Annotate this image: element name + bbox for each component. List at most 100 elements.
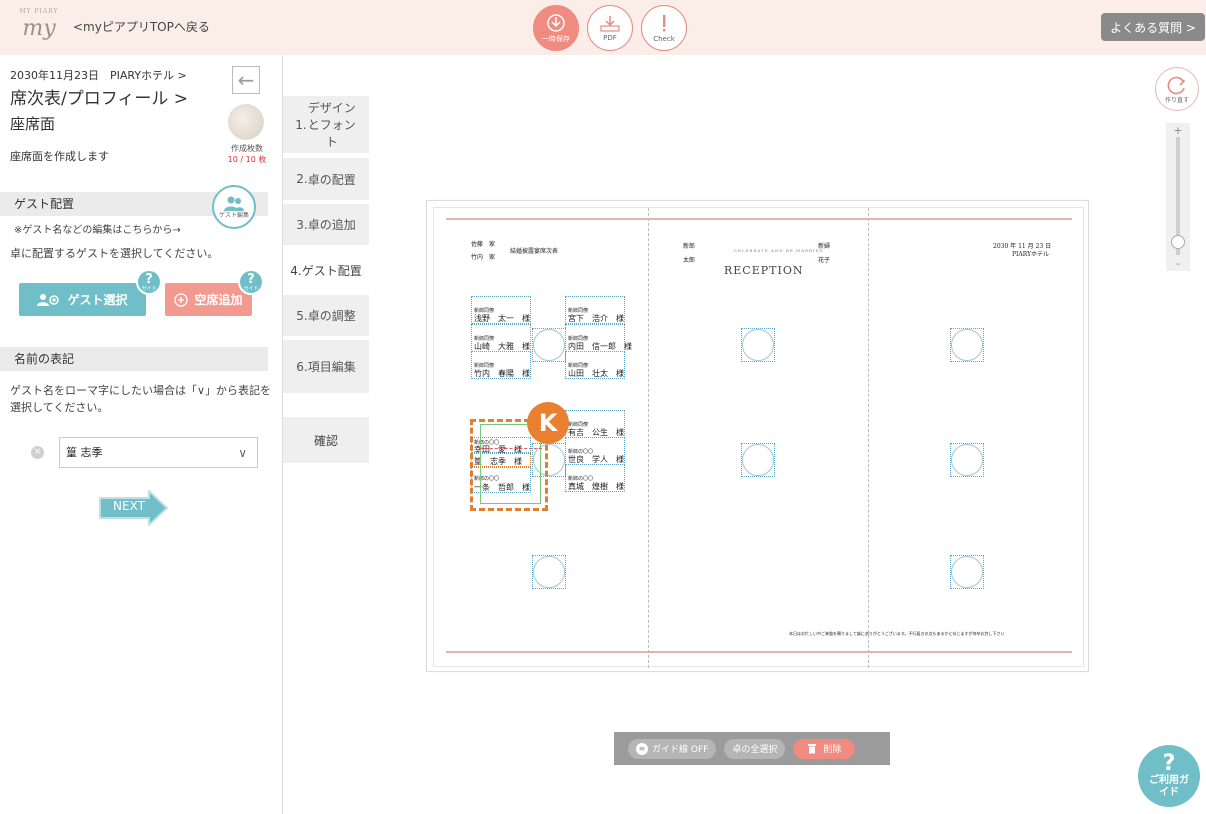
design-thumbnail bbox=[228, 104, 264, 140]
family-left-1: 佐藤 家 bbox=[471, 241, 496, 248]
step-number: 4. bbox=[290, 263, 302, 278]
chevron-down-icon: ∨ bbox=[238, 446, 247, 460]
usage-guide-button[interactable]: ? ご利用ガイド bbox=[1138, 745, 1200, 807]
step-add-table[interactable]: 3. 卓の追加 bbox=[283, 204, 369, 246]
question-icon: ? bbox=[145, 271, 153, 287]
guest-seat[interactable]: 新郎同僚 竹内 春陽 様 bbox=[471, 351, 531, 379]
page-title[interactable]: 席次表/プロフィール > bbox=[10, 84, 188, 109]
next-button[interactable]: NEXT bbox=[99, 488, 169, 528]
guest-edit-button[interactable]: ゲスト編集 bbox=[212, 185, 256, 229]
next-label: NEXT bbox=[113, 499, 145, 513]
event-title: 結婚披露宴席次表 bbox=[510, 248, 559, 255]
arrow-left-icon: ← bbox=[237, 68, 255, 92]
arc-text: CELEBRATE AND BE MARRIED bbox=[734, 248, 824, 253]
brand-logo[interactable]: MY PIARY my bbox=[18, 8, 60, 48]
redo-label: 作り直す bbox=[1164, 96, 1189, 104]
count-value: 10 / 10 枚 bbox=[227, 155, 267, 164]
step-number: 2. bbox=[296, 172, 308, 186]
table-circle[interactable] bbox=[950, 328, 984, 362]
guest-name: 浅野 太一 様 bbox=[474, 314, 530, 323]
guest-name: 竹内 春陽 様 bbox=[474, 369, 530, 378]
guest-edit-note: ※ゲスト名などの編集はこちらから→ bbox=[14, 225, 181, 236]
clear-icon[interactable]: × bbox=[31, 446, 44, 459]
guest-name: 宮下 浩介 様 bbox=[568, 314, 624, 323]
logo-small-text: MY PIARY bbox=[19, 8, 59, 15]
footer-note: 本日はお忙しい中ご来臨を賜りまして誠にありがとうございます。不行届きの点もあるか… bbox=[789, 631, 1005, 636]
check-label: Check bbox=[653, 34, 675, 43]
page-description: 座席面を作成します bbox=[10, 150, 109, 163]
step-number: 3. bbox=[296, 217, 308, 232]
count-label: 作成枚数 bbox=[231, 144, 263, 153]
step-table-layout[interactable]: 2. 卓の配置 bbox=[283, 158, 369, 201]
bride-name: 花子 bbox=[818, 257, 831, 264]
zoom-out-button[interactable]: - bbox=[1166, 257, 1190, 270]
reception-title: RECEPTION bbox=[724, 264, 804, 277]
redo-button[interactable]: 作り直す bbox=[1155, 67, 1199, 111]
guest-seat[interactable]: 新郎同僚 浅野 太一 様 bbox=[471, 296, 531, 324]
sidebar: 2030年11月23日 PIARYホテル > 席次表/プロフィール > 座席面 … bbox=[0, 55, 283, 814]
page-subtitle: 座席面 bbox=[10, 115, 56, 133]
paper-inner-frame: 佐藤 家 竹内 家 結婚披露宴席次表 新郎 太郎 新婦 花子 CELEBRATE… bbox=[433, 207, 1084, 668]
guest-seat[interactable]: 新郎の〇〇 真城 煌樹 様 bbox=[565, 464, 625, 492]
temp-save-label: 一時保存 bbox=[542, 34, 570, 43]
back-to-top-link[interactable]: <myピアプリTOPへ戻る bbox=[73, 18, 210, 35]
select-all-tables-button[interactable]: 卓の全選択 bbox=[724, 738, 786, 759]
guest-seat[interactable]: 新郎同僚 山崎 大雅 様 bbox=[471, 324, 531, 352]
temp-save-button[interactable]: 一時保存 bbox=[533, 5, 579, 51]
guest-seat[interactable]: 新郎同僚 宮下 浩介 様 bbox=[565, 296, 625, 324]
refresh-icon bbox=[1167, 76, 1186, 94]
table-circle[interactable] bbox=[950, 555, 984, 589]
step-number: 1. bbox=[295, 117, 307, 132]
guest-seat[interactable]: 新郎同僚 有吉 公生 様 bbox=[565, 410, 625, 438]
toggle-icon: ≡ bbox=[636, 742, 648, 755]
question-icon: ? bbox=[1162, 751, 1176, 776]
guest-edit-label: ゲスト編集 bbox=[218, 211, 249, 219]
guide-line-toggle[interactable]: ≡ ガイド線 OFF bbox=[628, 738, 717, 759]
add-empty-seat-label: 空席追加 bbox=[194, 293, 243, 307]
pdf-label: PDF bbox=[603, 33, 617, 42]
venue-name: PIARYホテル bbox=[1012, 251, 1050, 258]
guest-instruction: 卓に配置するゲストを選択してください。 bbox=[10, 247, 219, 260]
table-circle[interactable] bbox=[741, 328, 775, 362]
trash-icon bbox=[808, 744, 817, 754]
guide-label: ガイド bbox=[141, 285, 157, 292]
canvas-toolbar: ≡ ガイド線 OFF 卓の全選択 削除 bbox=[614, 732, 890, 765]
usage-guide-label: ご利用ガイド bbox=[1149, 775, 1189, 798]
guest-select-button[interactable]: ゲスト選択 bbox=[19, 283, 146, 316]
fold-line-right bbox=[868, 208, 869, 668]
breadcrumb[interactable]: 2030年11月23日 PIARYホテル > bbox=[10, 67, 187, 83]
guest-name: 山田 壮太 様 bbox=[568, 369, 624, 378]
download-icon bbox=[547, 13, 565, 32]
family-left-2: 竹内 家 bbox=[471, 254, 496, 261]
logo-text: my bbox=[22, 15, 56, 41]
guide-help-button-empty[interactable]: ? ガイド bbox=[238, 269, 264, 295]
table-circle[interactable] bbox=[741, 443, 775, 477]
back-arrow-button[interactable]: ← bbox=[232, 66, 260, 94]
step-guest-placement[interactable]: 4. ゲスト配置 bbox=[283, 249, 369, 293]
guest-seat[interactable]: 新郎の〇〇 世良 学人 様 bbox=[565, 437, 625, 465]
table-circle[interactable] bbox=[532, 328, 566, 362]
confirm-button[interactable]: 確認 bbox=[283, 417, 369, 463]
guide-help-button-guest[interactable]: ? ガイド bbox=[136, 269, 162, 295]
table-circle[interactable] bbox=[950, 443, 984, 477]
guest-select-label: ゲスト選択 bbox=[67, 293, 128, 307]
seating-chart-canvas[interactable]: 佐藤 家 竹内 家 結婚披露宴席次表 新郎 太郎 新婦 花子 CELEBRATE… bbox=[426, 200, 1089, 672]
delete-button[interactable]: 削除 bbox=[793, 738, 856, 759]
faq-button[interactable]: よくある質問 > bbox=[1101, 13, 1205, 41]
name-notation-select[interactable]: 篁 志季 ∨ bbox=[59, 437, 258, 468]
app-header: MY PIARY my <myピアプリTOPへ戻る 一時保存 PDF Check… bbox=[0, 0, 1206, 55]
zoom-handle[interactable] bbox=[1171, 235, 1185, 249]
zoom-in-button[interactable]: + bbox=[1166, 124, 1190, 137]
guest-seat[interactable]: 新郎同僚 内田 信一郎 様 bbox=[565, 324, 632, 352]
zoom-slider[interactable]: + - bbox=[1166, 123, 1190, 271]
check-icon bbox=[663, 14, 666, 31]
guest-seat[interactable]: 新郎同僚 山田 壮太 様 bbox=[565, 351, 625, 379]
table-circle[interactable] bbox=[532, 555, 566, 589]
pdf-button[interactable]: PDF bbox=[587, 5, 633, 51]
step-design-font[interactable]: 1. デザインとフォント bbox=[283, 96, 369, 154]
delete-label: 削除 bbox=[823, 745, 842, 755]
pdf-icon bbox=[600, 15, 620, 32]
check-button[interactable]: Check bbox=[641, 5, 687, 51]
step-table-adjust[interactable]: 5. 卓の調整 bbox=[283, 295, 369, 337]
step-item-edit[interactable]: 6. 項目編集 bbox=[283, 340, 369, 394]
